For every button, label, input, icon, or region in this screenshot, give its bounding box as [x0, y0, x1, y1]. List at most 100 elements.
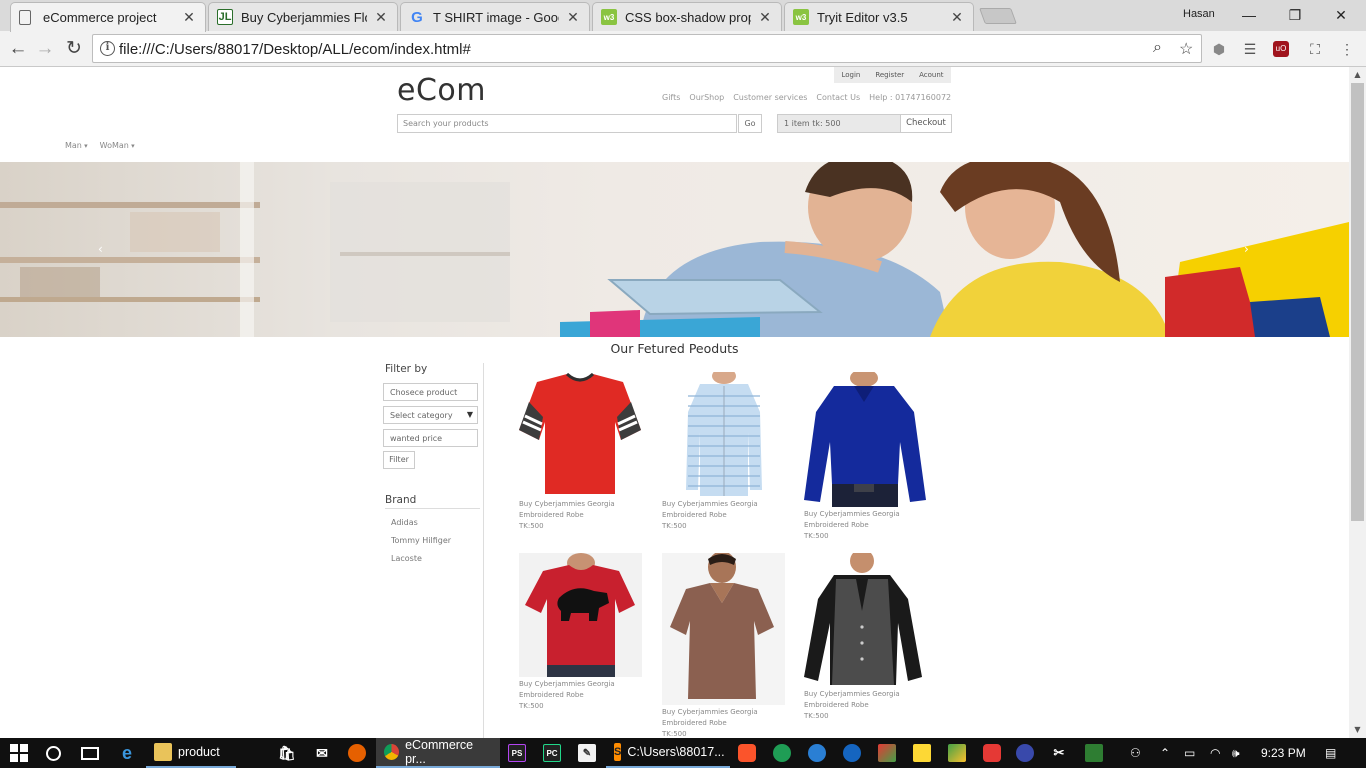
app-red-icon[interactable]: [983, 738, 1001, 768]
price-filter-input[interactable]: wanted price: [383, 429, 478, 447]
register-link[interactable]: Register: [875, 71, 904, 79]
site-logo[interactable]: eCom: [397, 73, 486, 108]
product-filter-input[interactable]: Chosece product: [383, 383, 478, 401]
close-icon[interactable]: ✕: [373, 9, 389, 26]
search-go-button[interactable]: Go: [738, 114, 762, 133]
pycharm-icon[interactable]: PC: [543, 738, 561, 768]
carousel-prev-icon[interactable]: ‹: [98, 242, 103, 256]
account-link[interactable]: Acount: [919, 71, 943, 79]
bookmark-star-icon[interactable]: ☆: [1179, 39, 1193, 59]
window-close-icon[interactable]: ✕: [1318, 4, 1364, 26]
product-name[interactable]: Buy Cyberjammies Georgia Embroidered Rob…: [804, 509, 914, 531]
paint-icon[interactable]: ✎: [578, 738, 596, 768]
extension-list-icon[interactable]: ☰: [1240, 39, 1260, 59]
notifications-icon[interactable]: ▤: [1325, 746, 1336, 760]
brave-icon[interactable]: [738, 738, 756, 768]
carousel-next-icon[interactable]: ›: [1244, 242, 1249, 256]
product-card[interactable]: Buy Cyberjammies Georgia Embroidered Rob…: [804, 553, 929, 722]
scroll-down-icon[interactable]: ▼: [1349, 722, 1366, 738]
app-chart-icon[interactable]: [948, 738, 966, 768]
app-blue-icon[interactable]: [808, 738, 826, 768]
profile-name[interactable]: Hasan: [1183, 8, 1215, 20]
forward-icon[interactable]: →: [32, 36, 58, 62]
category-man-dropdown[interactable]: Man: [65, 141, 88, 150]
close-icon[interactable]: ✕: [181, 9, 197, 26]
edge-icon[interactable]: e: [118, 738, 136, 768]
close-icon[interactable]: ✕: [949, 9, 965, 26]
clock[interactable]: 9:23 PM: [1261, 746, 1306, 760]
brand-item-tommy-hilfiger[interactable]: Tommy Hilfiger: [391, 536, 483, 545]
tray-chevron-icon[interactable]: ⌃: [1160, 746, 1170, 760]
store-icon[interactable]: 🛍: [278, 738, 296, 768]
category-woman-dropdown[interactable]: WoMan: [100, 141, 135, 150]
menu-icon[interactable]: ⋮: [1337, 39, 1357, 59]
start-button[interactable]: [10, 738, 28, 768]
firefox-icon[interactable]: [348, 738, 366, 768]
new-tab-button[interactable]: [979, 8, 1017, 24]
product-image-blue-striped-shirt[interactable]: [662, 372, 785, 497]
app-green-square-icon[interactable]: [1085, 738, 1103, 768]
scroll-up-icon[interactable]: ▲: [1349, 67, 1366, 83]
nav-contact-us[interactable]: Contact Us: [816, 93, 860, 102]
product-image-navy-shirt[interactable]: [804, 372, 927, 507]
product-card[interactable]: Buy Cyberjammies Georgia Embroidered Rob…: [662, 553, 787, 738]
extension-shield-icon[interactable]: ⬢: [1209, 39, 1229, 59]
minimize-icon[interactable]: —: [1226, 4, 1272, 26]
cortana-icon[interactable]: [46, 738, 61, 768]
product-name[interactable]: Buy Cyberjammies Georgia Embroidered Rob…: [804, 689, 914, 711]
app-green-icon[interactable]: [773, 738, 791, 768]
close-icon[interactable]: ✕: [565, 9, 581, 26]
app-compass-icon[interactable]: [1016, 738, 1034, 768]
address-bar[interactable]: i file:///C:/Users/88017/Desktop/ALL/eco…: [92, 34, 1202, 63]
nav-help[interactable]: Help : 01747160072: [869, 93, 951, 102]
nav-customer-services[interactable]: Customer services: [733, 93, 807, 102]
product-name[interactable]: Buy Cyberjammies Georgia Embroidered Rob…: [519, 679, 629, 701]
nav-gifts[interactable]: Gifts: [662, 93, 680, 102]
search-input[interactable]: Search your products: [397, 114, 737, 133]
product-card[interactable]: Buy Cyberjammies Georgia Embroidered Rob…: [519, 553, 644, 712]
zoom-icon[interactable]: ⌕: [1153, 39, 1162, 57]
filter-button[interactable]: Filter: [383, 451, 415, 469]
app-yellow-icon[interactable]: [913, 738, 931, 768]
product-image-grey-vest[interactable]: [804, 553, 927, 687]
tab-ecommerce-project[interactable]: eCommerce project ✕: [10, 2, 206, 32]
tab-css-box-shadow[interactable]: w3 CSS box-shadow propert ✕: [592, 2, 782, 31]
product-name[interactable]: Buy Cyberjammies Georgia Embroidered Rob…: [662, 707, 772, 729]
scrollbar-thumb[interactable]: [1351, 83, 1364, 521]
product-name[interactable]: Buy Cyberjammies Georgia Embroidered Rob…: [662, 499, 772, 521]
product-image-red-tshirt[interactable]: [519, 372, 642, 497]
reload-icon[interactable]: ↻: [61, 36, 87, 62]
close-icon[interactable]: ✕: [757, 9, 773, 26]
mail-icon[interactable]: ✉: [313, 738, 331, 768]
product-image-brown-tshirt[interactable]: [662, 553, 785, 705]
tab-cyberjammies[interactable]: JL Buy Cyberjammies Floren ✕: [208, 2, 398, 31]
task-view-icon[interactable]: [81, 738, 99, 768]
taskbar-app-sublime[interactable]: S C:\Users\88017...: [606, 738, 730, 768]
brand-item-adidas[interactable]: Adidas: [391, 518, 483, 527]
product-name[interactable]: Buy Cyberjammies Georgia Embroidered Rob…: [519, 499, 629, 521]
nav-ourshop[interactable]: OurShop: [689, 93, 724, 102]
page-scrollbar[interactable]: ▲ ▼: [1349, 67, 1366, 738]
snipping-icon[interactable]: ✂: [1050, 738, 1068, 768]
restore-icon[interactable]: ❐: [1272, 4, 1318, 26]
brand-item-lacoste[interactable]: Lacoste: [391, 554, 483, 563]
product-card[interactable]: Buy Cyberjammies Georgia Embroidered Rob…: [804, 372, 929, 542]
ublock-icon[interactable]: uO: [1273, 41, 1289, 57]
info-icon[interactable]: i: [100, 41, 115, 56]
login-link[interactable]: Login: [841, 71, 860, 79]
wifi-icon[interactable]: ◠: [1210, 746, 1220, 760]
product-image-bear-tshirt[interactable]: [519, 553, 642, 677]
app-colorful-icon[interactable]: [878, 738, 896, 768]
people-icon[interactable]: ⚇: [1130, 746, 1141, 760]
volume-icon[interactable]: 🕪: [1232, 746, 1240, 761]
taskbar-app-chrome[interactable]: eCommerce pr...: [376, 738, 500, 768]
tab-google-images[interactable]: G T SHIRT image - Google ✕: [400, 2, 590, 31]
url-text[interactable]: file:///C:/Users/88017/Desktop/ALL/ecom/…: [119, 41, 471, 58]
product-card[interactable]: Buy Cyberjammies Georgia Embroidered Rob…: [662, 372, 787, 532]
vpn-icon[interactable]: [843, 738, 861, 768]
taskbar-app-folder[interactable]: product: [146, 738, 236, 768]
screen-capture-icon[interactable]: ⛶: [1305, 39, 1325, 59]
battery-icon[interactable]: ▭: [1184, 746, 1195, 760]
checkout-button[interactable]: Checkout: [900, 114, 952, 133]
product-card[interactable]: Buy Cyberjammies Georgia Embroidered Rob…: [519, 372, 644, 532]
